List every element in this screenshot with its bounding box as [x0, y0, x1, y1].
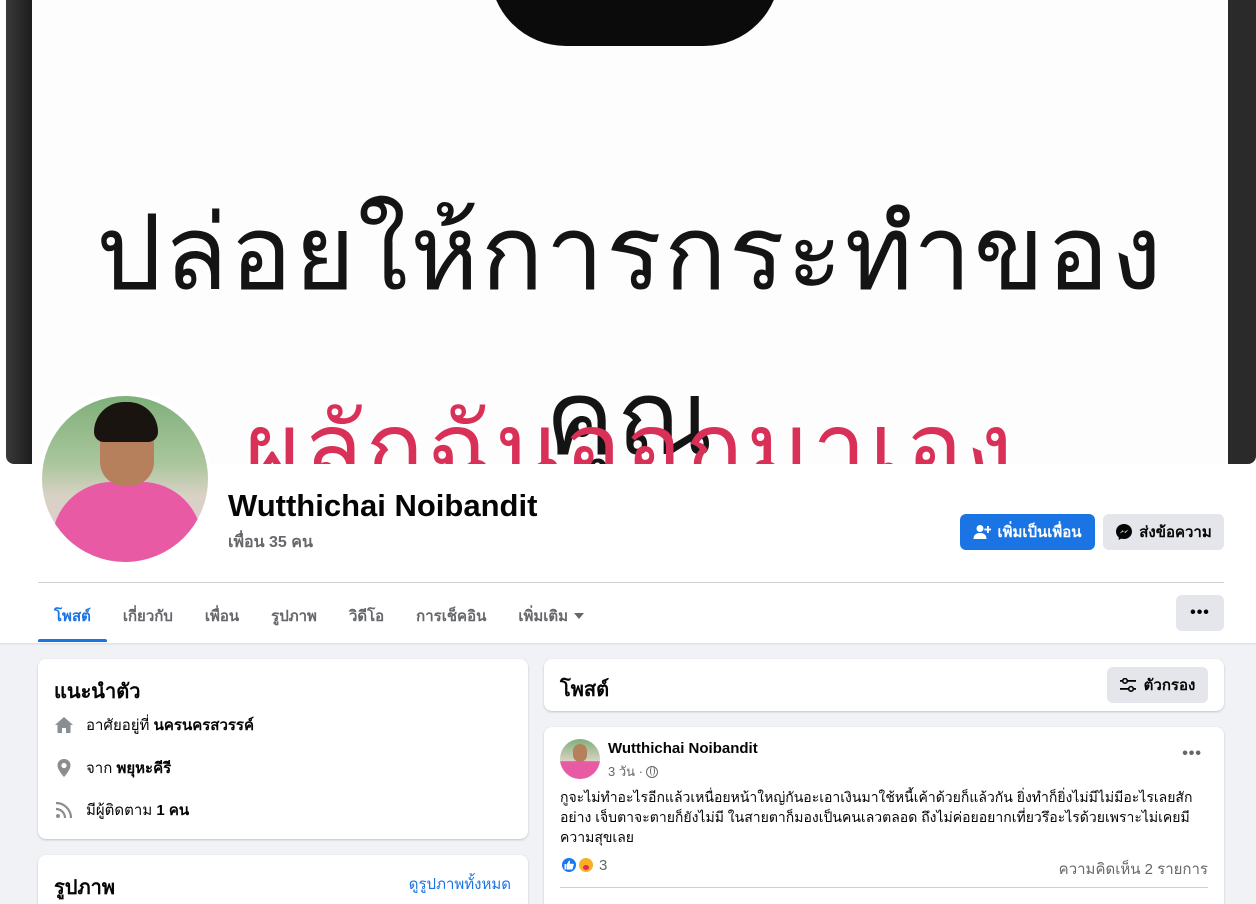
rss-followers-icon [54, 800, 74, 820]
tab-photos-label: รูปภาพ [271, 608, 317, 625]
caret-down-icon [574, 613, 585, 619]
tab-videos-label: วิดีโอ [348, 608, 385, 625]
from-place[interactable]: พยุหะคีรี [116, 760, 171, 777]
avatar-hair [94, 402, 158, 442]
messenger-icon [1116, 524, 1133, 540]
cover-text-line2: ผลักฉันออกมาเอง [244, 392, 1016, 464]
profile-header: ปล่อยให้การกระทำของคุณ ผลักฉันออกมาเอง W… [0, 0, 1256, 643]
tab-more[interactable]: เพิ่มเติม [502, 590, 600, 642]
tab-about-label: เกี่ยวกับ [122, 608, 173, 625]
location-pin-icon [54, 758, 74, 778]
friends-count[interactable]: เพื่อน 35 คน [228, 530, 313, 555]
tab-checkins[interactable]: การเช็คอิน [400, 590, 502, 642]
add-friend-button[interactable]: เพิ่มเป็นเพื่อน [960, 514, 1095, 550]
post-options-button[interactable]: ••• [1182, 745, 1202, 763]
followers-prefix: มีผู้ติดตาม [86, 802, 153, 819]
post-author-name[interactable]: Wutthichai Noibandit [608, 740, 758, 757]
followers-count[interactable]: 1 คน [156, 802, 189, 819]
lives-place[interactable]: นครนครสวรรค์ [154, 717, 254, 734]
intro-lives-in: อาศัยอยู่ที่ นครนครสวรรค์ [54, 713, 254, 737]
tab-more-label: เพิ่มเติม [518, 608, 569, 625]
see-all-photos-link[interactable]: ดูรูปภาพทั้งหมด [409, 872, 511, 896]
cover-dark-shape [490, 0, 780, 46]
reaction-count: 3 [599, 856, 608, 874]
cover-image: ปล่อยให้การกระทำของคุณ ผลักฉันออกมาเอง [32, 0, 1228, 464]
filter-sliders-icon [1119, 678, 1136, 692]
cover-photo[interactable]: ปล่อยให้การกระทำของคุณ ผลักฉันออกมาเอง [6, 0, 1256, 464]
post-divider [560, 887, 1208, 888]
profile-tabs: โพสต์ เกี่ยวกับ เพื่อน รูปภาพ วิดีโอ การ… [38, 590, 600, 642]
globe-icon [645, 765, 658, 778]
post-card: Wutthichai Noibandit 3 วัน · ••• กูจะไม่… [544, 727, 1224, 904]
photos-card: รูปภาพ ดูรูปภาพทั้งหมด [38, 855, 528, 904]
header-divider [38, 582, 1224, 583]
tab-friends[interactable]: เพื่อน [189, 590, 255, 642]
filter-button[interactable]: ตัวกรอง [1107, 667, 1208, 703]
send-message-label: ส่งข้อความ [1139, 524, 1212, 541]
profile-name: Wutthichai Noibandit [228, 488, 538, 523]
add-friend-label: เพิ่มเป็นเพื่อน [997, 524, 1082, 541]
intro-from: จาก พยุหะคีรี [54, 756, 171, 780]
like-reaction-icon [560, 856, 578, 874]
filter-label: ตัวกรอง [1143, 677, 1196, 694]
from-prefix: จาก [86, 760, 113, 777]
tab-posts-label: โพสต์ [54, 608, 91, 625]
tab-friends-label: เพื่อน [204, 608, 240, 625]
more-options-button[interactable]: ••• [1176, 595, 1224, 631]
tab-photos[interactable]: รูปภาพ [255, 590, 333, 642]
intro-title: แนะนำตัว [54, 681, 141, 703]
tab-checkins-label: การเช็คอิน [416, 608, 487, 625]
tab-about[interactable]: เกี่ยวกับ [107, 590, 189, 642]
tab-videos[interactable]: วิดีโอ [333, 590, 400, 642]
posts-header-card: โพสต์ ตัวกรอง [544, 659, 1224, 711]
add-friend-icon [973, 525, 992, 539]
post-timestamp[interactable]: 3 วัน · [608, 761, 643, 782]
intro-followers: มีผู้ติดตาม 1 คน [54, 798, 189, 822]
send-message-button[interactable]: ส่งข้อความ [1103, 514, 1224, 550]
comments-count[interactable]: ความคิดเห็น 2 รายการ [1059, 857, 1208, 881]
intro-card: แนะนำตัว อาศัยอยู่ที่ นครนครสวรรค์ จาก พ… [38, 659, 528, 839]
post-reactions[interactable]: 3 [560, 856, 607, 874]
post-meta: 3 วัน · [608, 761, 658, 782]
avatar-shirt [52, 482, 202, 562]
home-icon [54, 715, 74, 735]
profile-avatar[interactable] [42, 396, 208, 562]
tab-posts[interactable]: โพสต์ [38, 590, 107, 642]
posts-title: โพสต์ [560, 679, 610, 701]
lives-prefix: อาศัยอยู่ที่ [86, 717, 150, 734]
post-author-avatar[interactable] [560, 739, 600, 779]
post-text: กูจะไม่ทำอะไรอีกแล้วเหนื่อยหน้าใหญ่กันอะ… [560, 789, 1193, 845]
post-avatar-face [573, 744, 587, 762]
care-reaction-icon [577, 856, 595, 874]
photos-title: รูปภาพ [54, 877, 116, 899]
